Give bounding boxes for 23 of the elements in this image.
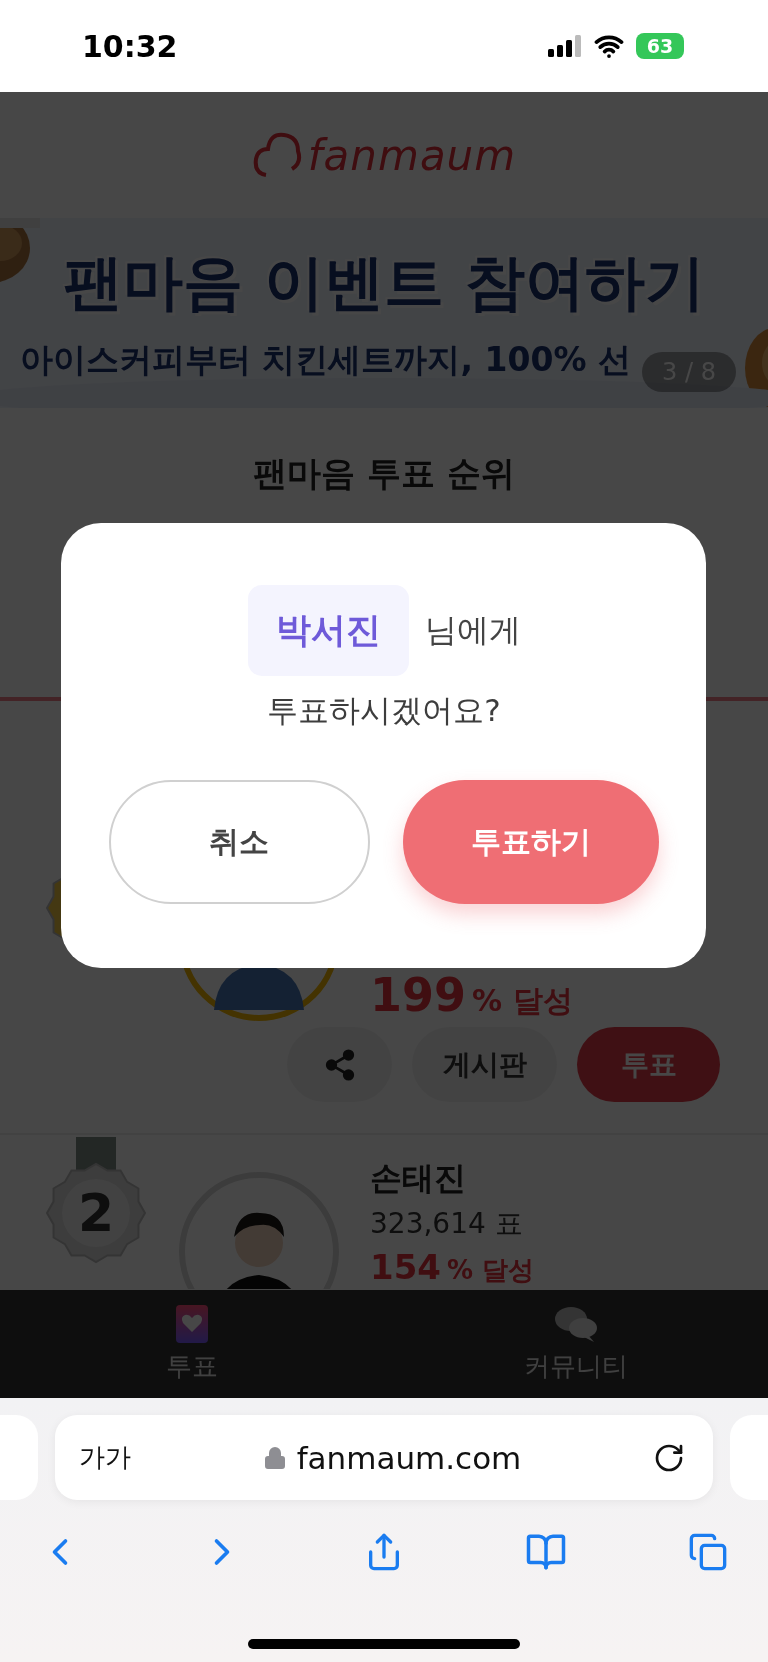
section-title: 팬마음 투표 순위	[253, 452, 515, 495]
text-size-button[interactable]: 가가	[79, 1440, 131, 1475]
status-time: 10:32	[82, 28, 178, 64]
achievement-label: % 달성	[447, 1254, 535, 1287]
battery-indicator: 63	[636, 33, 684, 59]
cancel-button[interactable]: 취소	[109, 780, 370, 904]
address-bar[interactable]: 가가 fanmaum.com	[55, 1415, 713, 1500]
confirm-vote-button[interactable]: 투표하기	[402, 780, 659, 904]
lock-icon	[262, 1445, 287, 1470]
achievement-percent: 154	[370, 1247, 441, 1287]
banner-title: 팬마음 이벤트 참여하기	[63, 246, 705, 319]
dialog-text: 님에게	[424, 609, 521, 651]
achievement-label: % 달성	[472, 982, 573, 1020]
logo: fanmaum	[307, 130, 517, 180]
tabs-icon	[688, 1531, 728, 1572]
signal-icon	[548, 35, 582, 57]
candidate-name: 손태진	[370, 1158, 467, 1199]
candidate-name-chip: 박서진	[247, 585, 409, 676]
vote-count: 323,614 표	[370, 1206, 524, 1242]
url-text: fanmaum.com	[296, 1439, 522, 1476]
banner-subtitle: 아이스커피부터 치킨세트까지, 100% 선	[20, 339, 631, 381]
dialog-question: 투표하시겠어요?	[267, 691, 501, 730]
achievement-percent: 199	[370, 968, 467, 1022]
